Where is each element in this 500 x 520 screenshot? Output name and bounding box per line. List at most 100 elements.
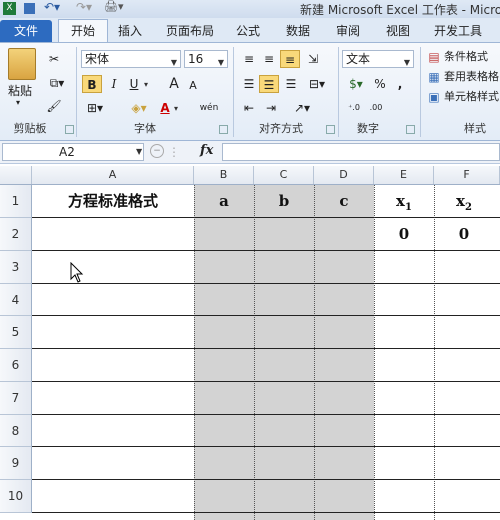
underline-dropdown-icon[interactable]: ▾ [144,80,148,89]
cell-e1[interactable]: x1 [374,185,434,217]
cell-e1-subscript: 1 [404,202,412,213]
name-box-value: A2 [59,145,75,159]
select-all-corner[interactable] [0,166,32,184]
cell-b1[interactable]: a [194,185,254,217]
tab-file[interactable]: 文件 [0,20,52,42]
cell-d1[interactable]: c [314,185,374,217]
chevron-down-icon: ▼ [403,58,410,67]
alignment-launcher-icon[interactable] [326,125,335,134]
wrap-text-icon[interactable]: ⇲ [304,50,322,68]
font-launcher-icon[interactable] [219,125,228,134]
tab-data[interactable]: 数据 [280,20,316,42]
number-format-select[interactable]: 文本 ▼ [342,50,414,68]
merge-center-icon[interactable]: ⊟▾ [304,75,330,93]
row-header-7[interactable]: 7 [0,382,32,415]
number-format-value: 文本 [346,52,371,66]
cell-e2[interactable]: 0 [374,218,434,250]
column-header-e[interactable]: E [374,166,434,184]
italic-button[interactable]: I [106,75,122,93]
name-box-dropdown-icon[interactable]: ▼ [136,147,142,156]
copy-icon[interactable]: ⧉▾ [45,74,69,92]
column-header-b[interactable]: B [194,166,254,184]
clipboard-launcher-icon[interactable] [65,125,74,134]
percent-button[interactable]: % [372,75,388,93]
tab-developer[interactable]: 开发工具 [428,20,488,42]
redo-icon[interactable]: ↷▾ [76,0,92,14]
shrink-font-button[interactable]: A [186,77,200,95]
row-header-8[interactable]: 8 [0,415,32,447]
column-header-f[interactable]: F [434,166,500,184]
align-middle-icon[interactable]: ≡ [260,50,278,68]
cell-styles-icon[interactable]: ▣ [426,88,442,106]
tab-formulas[interactable]: 公式 [230,20,266,42]
cell-e1-var: x [396,192,405,210]
tab-page-layout[interactable]: 页面布局 [160,20,220,42]
currency-icon[interactable]: $▾ [344,75,368,93]
formula-input[interactable] [222,143,500,161]
shaded-column-c [254,185,314,520]
number-launcher-icon[interactable] [406,125,415,134]
row-border [32,381,500,382]
row-border [32,348,500,349]
decrease-decimal-icon[interactable]: .00 [366,99,386,117]
orientation-icon[interactable]: ↗▾ [288,99,316,117]
column-header-a[interactable]: A [32,166,194,184]
bold-button[interactable]: B [82,75,102,93]
comma-style-button[interactable]: , [394,75,406,93]
align-top-icon[interactable]: ≡ [240,50,258,68]
tab-review[interactable]: 审阅 [330,20,366,42]
cell-f1[interactable]: x2 [434,185,494,217]
borders-icon[interactable]: ⊞▾ [84,99,106,117]
row-header-5[interactable]: 5 [0,316,32,349]
undo-icon[interactable]: ↶▾ [44,0,60,14]
font-color-button[interactable]: A [158,99,172,117]
align-bottom-icon[interactable]: ≡ [280,50,300,68]
tab-insert[interactable]: 插入 [112,20,148,42]
increase-indent-icon[interactable]: ⇥ [262,99,280,117]
align-left-icon[interactable]: ☰ [240,75,258,93]
formula-bar-separator: ⋮ [168,145,180,159]
save-icon[interactable] [24,3,35,14]
cell-a1[interactable]: 方程标准格式 [33,185,193,217]
format-as-table-button[interactable]: 套用表格格 [444,68,499,84]
column-header-d[interactable]: D [314,166,374,184]
row-header-10[interactable]: 10 [0,480,32,513]
row-header-4[interactable]: 4 [0,284,32,316]
cut-icon[interactable]: ✂ [45,50,63,68]
paste-button[interactable]: 粘贴 [8,82,32,99]
conditional-format-icon[interactable]: ▤ [426,48,442,66]
grow-font-button[interactable]: A [166,75,182,93]
name-box[interactable]: A2 [2,143,144,161]
row-header-1[interactable]: 1 [0,185,32,218]
column-header-c[interactable]: C [254,166,314,184]
row-header-9[interactable]: 9 [0,447,32,480]
row-header-6[interactable]: 6 [0,349,32,382]
row-border [32,414,500,415]
font-size-select[interactable]: 16 ▼ [184,50,228,68]
font-color-dropdown-icon[interactable]: ▾ [174,104,178,113]
align-right-icon[interactable]: ☰ [282,75,300,93]
paste-dropdown-icon[interactable]: ▾ [16,98,20,107]
increase-decimal-icon[interactable]: ⁺.0 [344,99,364,117]
tab-view[interactable]: 视图 [380,20,416,42]
format-as-table-icon[interactable]: ▦ [426,68,442,86]
customize-quick-access-icon[interactable]: 🖨▾ [104,0,124,13]
cell-c1[interactable]: b [254,185,314,217]
underline-button[interactable]: U [126,75,142,93]
phonetic-button[interactable]: wén [196,99,222,117]
formula-bar-collapse-icon[interactable]: − [150,144,164,158]
conditional-format-button[interactable]: 条件格式 [444,48,488,64]
align-center-icon[interactable]: ☰ [259,75,279,93]
row-header-2[interactable]: 2 [0,218,32,251]
number-group-label: 数字 [357,122,379,135]
paste-icon[interactable] [8,48,36,80]
fill-color-icon[interactable]: ◈▾ [124,99,154,117]
tab-home[interactable]: 开始 [58,19,108,42]
insert-function-button[interactable]: fx [200,143,213,158]
font-name-select[interactable]: 宋体 ▼ [81,50,181,68]
cell-f2[interactable]: 0 [434,218,494,250]
row-header-3[interactable]: 3 [0,251,32,284]
cell-styles-button[interactable]: 单元格样式 [444,88,499,104]
decrease-indent-icon[interactable]: ⇤ [240,99,258,117]
format-painter-icon[interactable]: 🖌 [45,97,63,115]
